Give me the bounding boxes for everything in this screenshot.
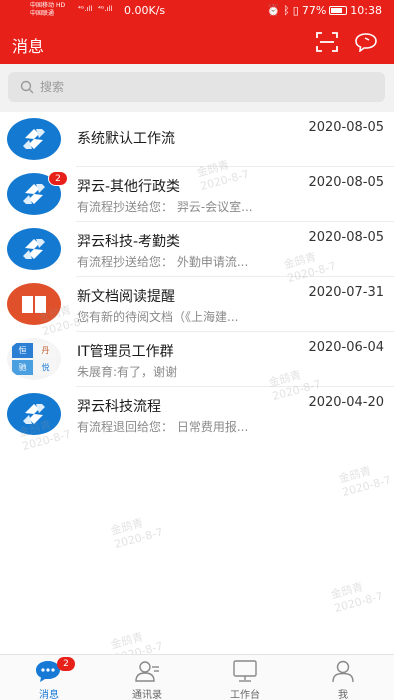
app-header: 消息: [0, 22, 394, 64]
flow-logo-icon: [7, 118, 61, 160]
tab-messages[interactable]: 2 消息: [0, 655, 98, 700]
conversation-preview: 朱展育:有了，谢谢: [77, 365, 178, 379]
list-item[interactable]: 2 羿云-其他行政类 2020-08-05 有流程抄送给您： 羿云-会议室...: [0, 167, 394, 222]
group-avatar: 恒 丹 驰 悦: [7, 338, 61, 380]
carrier-1: 中国移动: [30, 2, 55, 9]
list-item[interactable]: 羿云科技流程 2020-04-20 有流程退回给您： 日常费用报...: [0, 387, 394, 442]
book-icon: [7, 283, 61, 325]
battery-icon: [329, 6, 348, 15]
search-input[interactable]: [40, 77, 360, 97]
conversation-preview: 有流程抄送给您： 外勤申请流...: [77, 255, 249, 269]
flow-logo-icon: [7, 228, 61, 270]
conversation-date: 2020-08-05: [308, 230, 384, 245]
conversation-preview: 有流程抄送给您： 羿云-会议室...: [77, 200, 253, 214]
tab-label: 工作台: [230, 690, 260, 700]
tab-badge: 2: [57, 657, 75, 671]
conversation-name: IT管理员工作群: [77, 344, 174, 360]
search-box[interactable]: [8, 72, 385, 102]
search-icon: [20, 80, 34, 94]
signal-2-icon: ⁴ᴳ.ıll: [98, 5, 113, 13]
monitor-icon: [233, 660, 257, 682]
conversation-preview: 有流程退回给您： 日常费用报...: [77, 420, 249, 434]
watermark: 金鸱青 2020-8-7: [109, 516, 165, 552]
conversation-name: 系统默认工作流: [77, 131, 175, 147]
list-item[interactable]: 新文档阅读提醒 2020-07-31 您有新的待阅文档（《上海建...: [0, 277, 394, 332]
vibrate-icon: ▯: [292, 4, 299, 17]
watermark: 金鸱青 2020-8-7: [329, 580, 385, 616]
bottom-tab-bar: 2 消息 通讯录 工作台 我: [0, 654, 394, 700]
tab-contacts[interactable]: 通讯录: [98, 655, 196, 700]
chat-icon[interactable]: [354, 32, 378, 52]
status-bar: 中国移动 HD 中国联通 ⁴ᴳ.ıll ⁴ᴳ.ıll 0.00K/s ⏰ ᛒ ▯…: [0, 0, 394, 22]
conversation-date: 2020-06-04: [308, 340, 384, 355]
group-member-tile: 悦: [35, 360, 56, 375]
conversation-name: 羿云-其他行政类: [77, 179, 181, 195]
group-member-tile: 驰: [12, 360, 33, 375]
tab-workbench[interactable]: 工作台: [196, 655, 294, 700]
conversation-date: 2020-08-05: [308, 175, 384, 190]
list-item[interactable]: 羿云科技-考勤类 2020-08-05 有流程抄送给您： 外勤申请流...: [0, 222, 394, 277]
alarm-icon: ⏰: [266, 4, 281, 17]
tab-label: 我: [338, 690, 348, 700]
conversation-name: 新文档阅读提醒: [77, 289, 175, 305]
conversation-date: 2020-08-05: [308, 120, 384, 135]
group-member-tile: 丹: [35, 343, 56, 358]
contacts-icon: [135, 661, 159, 682]
watermark: 金鸱青 2020-8-7: [337, 464, 393, 500]
conversation-preview: 您有新的待阅文档（《上海建...: [77, 310, 239, 324]
conversation-date: 2020-07-31: [308, 285, 384, 300]
person-icon: [332, 660, 354, 683]
carrier-2: 中国联通: [30, 10, 55, 17]
conversation-name: 羿云科技-考勤类: [77, 234, 181, 250]
scan-icon[interactable]: [316, 32, 338, 52]
search-area: [0, 64, 394, 112]
clock: 10:38: [350, 4, 382, 17]
net-speed: 0.00K/s: [124, 4, 166, 17]
tab-me[interactable]: 我: [294, 655, 392, 700]
list-item[interactable]: 系统默认工作流 2020-08-05: [0, 112, 394, 167]
status-right: ⏰ ᛒ ▯ 77% 10:38: [266, 4, 382, 17]
conversation-name: 羿云科技流程: [77, 399, 161, 415]
page-title: 消息: [12, 37, 45, 56]
carrier-names: 中国移动 HD 中国联通: [30, 2, 65, 18]
signal-1-icon: ⁴ᴳ.ıll: [78, 5, 93, 13]
group-member-tile: 恒: [12, 343, 33, 358]
list-item[interactable]: 恒 丹 驰 悦 IT管理员工作群 2020-06-04 朱展育:有了，谢谢: [0, 332, 394, 387]
unread-badge: 2: [48, 171, 68, 186]
battery-percent: 77%: [301, 4, 327, 17]
hd-tag: HD: [55, 2, 66, 9]
tab-label: 消息: [39, 690, 59, 700]
flow-logo-icon: [7, 393, 61, 435]
conversation-date: 2020-04-20: [308, 395, 384, 410]
bluetooth-icon: ᛒ: [283, 4, 290, 17]
tab-label: 通讯录: [132, 690, 162, 700]
